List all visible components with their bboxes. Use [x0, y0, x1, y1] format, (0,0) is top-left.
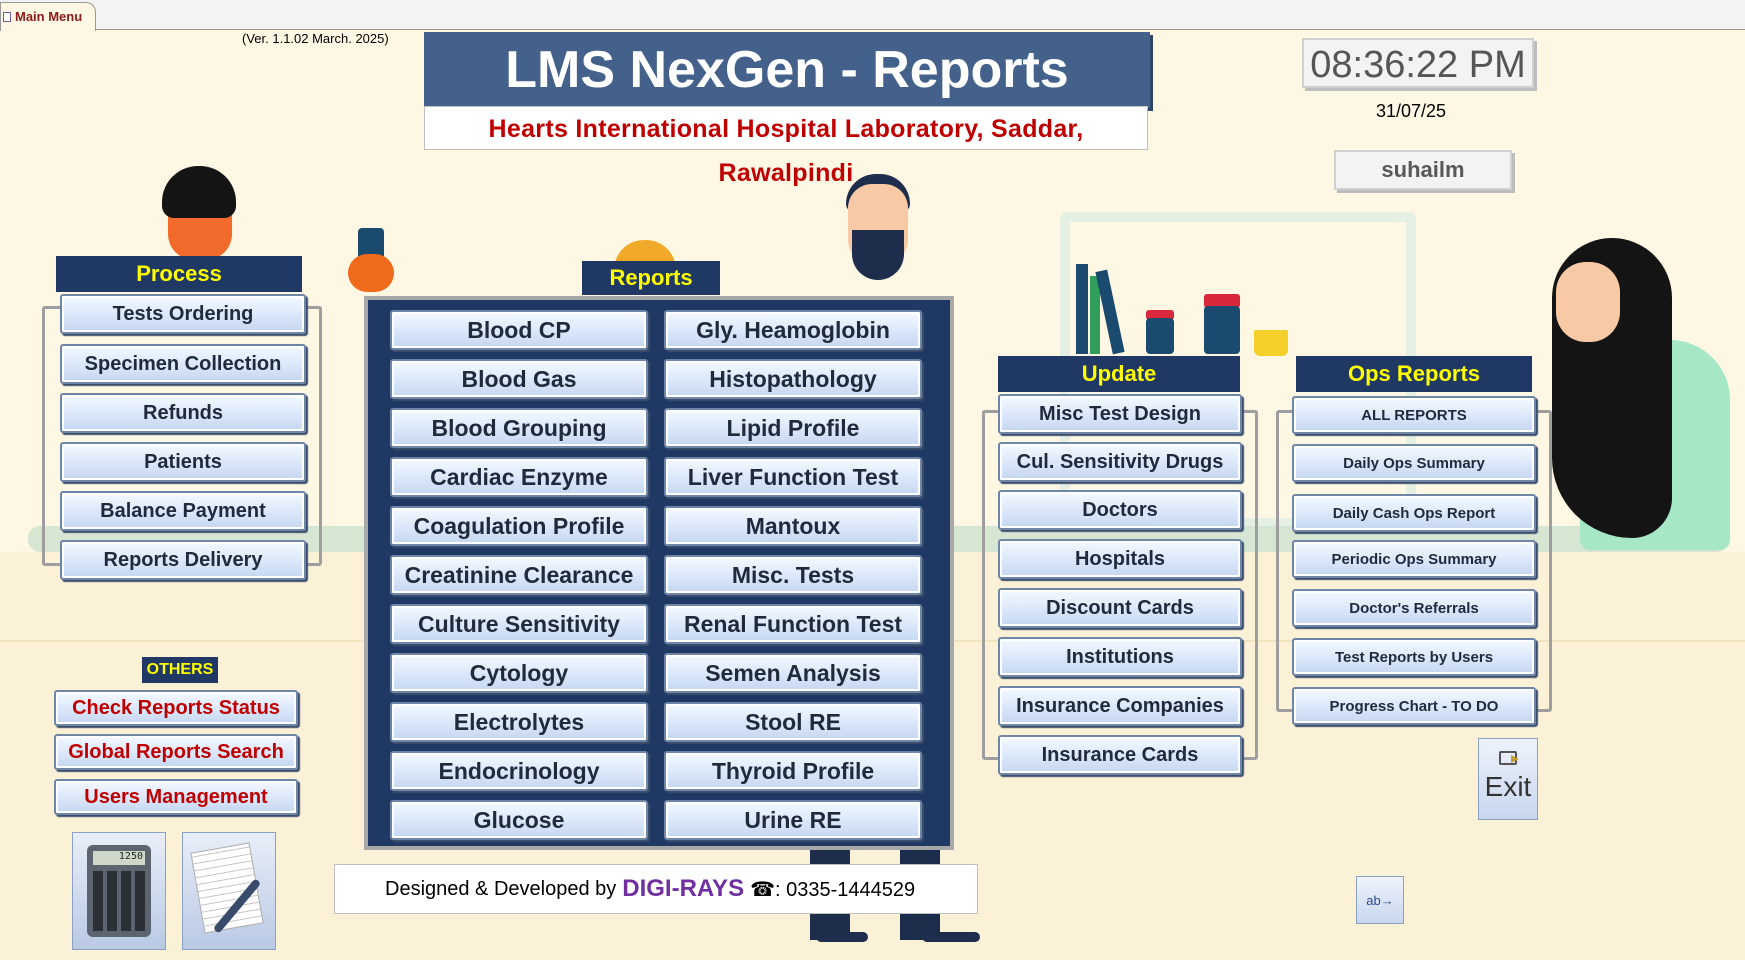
doctors-referrals-button[interactable]: Doctor's Referrals [1292, 589, 1536, 627]
exit-button[interactable]: Exit [1478, 738, 1538, 820]
daily-cash-ops-report-button[interactable]: Daily Cash Ops Report [1292, 494, 1536, 532]
all-reports-button[interactable]: ALL REPORTS [1292, 396, 1536, 434]
renal-function-test-button[interactable]: Renal Function Test [664, 604, 922, 644]
version-label: (Ver. 1.1.02 March. 2025) [242, 31, 389, 46]
cul-sensitivity-drugs-button[interactable]: Cul. Sensitivity Drugs [998, 442, 1242, 482]
global-reports-search-button[interactable]: Global Reports Search [54, 734, 298, 770]
endocrinology-button[interactable]: Endocrinology [390, 751, 648, 791]
bottle-illustration [1076, 264, 1088, 354]
clock-display: 08:36:22 PM [1302, 38, 1534, 88]
refunds-button[interactable]: Refunds [60, 393, 306, 433]
find-replace-icon: ab→ [1366, 893, 1394, 908]
exit-label: Exit [1484, 771, 1532, 802]
current-user: suhailm [1334, 150, 1512, 190]
date-display: 31/07/25 [1376, 101, 1447, 121]
stool-re-button[interactable]: Stool RE [664, 702, 922, 742]
hospitals-button[interactable]: Hospitals [998, 539, 1242, 579]
lab-worker-illustration [1556, 262, 1620, 342]
lab-worker-beard-illustration [852, 230, 904, 280]
tests-ordering-button[interactable]: Tests Ordering [60, 294, 306, 334]
tab-main-menu[interactable]: Main Menu [0, 2, 96, 31]
exit-door-icon [1499, 751, 1519, 765]
tab-main-menu-label: Main Menu [15, 9, 83, 24]
calculator-icon: 1250 [87, 845, 151, 937]
lab-worker-shoe-illustration [816, 932, 868, 942]
institutions-button[interactable]: Institutions [998, 637, 1242, 677]
lipid-profile-button[interactable]: Lipid Profile [664, 408, 922, 448]
lab-worker-hair-illustration [162, 166, 236, 218]
calculator-keys-icon [93, 871, 145, 931]
daily-ops-summary-button[interactable]: Daily Ops Summary [1292, 444, 1536, 482]
glucose-button[interactable]: Glucose [390, 800, 648, 840]
balance-payment-button[interactable]: Balance Payment [60, 491, 306, 531]
process-header: Process [56, 256, 302, 292]
test-reports-by-users-button[interactable]: Test Reports by Users [1292, 638, 1536, 676]
urine-re-button[interactable]: Urine RE [664, 800, 922, 840]
developer-brand: DIGI-RAYS [622, 875, 745, 902]
developer-phone: ☎: 0335-1444529 [750, 878, 916, 901]
blood-gas-button[interactable]: Blood Gas [390, 359, 648, 399]
reports-header: Reports [582, 261, 720, 295]
blood-cp-button[interactable]: Blood CP [390, 310, 648, 350]
reports-delivery-button[interactable]: Reports Delivery [60, 540, 306, 580]
insurance-companies-button[interactable]: Insurance Companies [998, 686, 1242, 726]
jar-illustration [1204, 306, 1240, 354]
flask-illustration [1254, 330, 1288, 356]
check-reports-status-button[interactable]: Check Reports Status [54, 690, 298, 726]
doctors-button[interactable]: Doctors [998, 490, 1242, 530]
blood-grouping-button[interactable]: Blood Grouping [390, 408, 648, 448]
form-icon [3, 12, 11, 22]
discount-cards-button[interactable]: Discount Cards [998, 588, 1242, 628]
misc-tests-button[interactable]: Misc. Tests [664, 555, 922, 595]
liver-function-test-button[interactable]: Liver Function Test [664, 457, 922, 497]
others-header: OTHERS [142, 657, 218, 683]
page-title: LMS NexGen - Reports [424, 32, 1150, 108]
lab-name-subtitle: Hearts International Hospital Laboratory… [424, 106, 1148, 187]
gly-heamoglobin-button[interactable]: Gly. Heamoglobin [664, 310, 922, 350]
mantoux-button[interactable]: Mantoux [664, 506, 922, 546]
calculator-display: 1250 [93, 851, 145, 865]
cardiac-enzyme-button[interactable]: Cardiac Enzyme [390, 457, 648, 497]
update-header: Update [998, 356, 1240, 392]
electrolytes-button[interactable]: Electrolytes [390, 702, 648, 742]
ops-reports-header: Ops Reports [1296, 356, 1532, 392]
creatinine-clearance-button[interactable]: Creatinine Clearance [390, 555, 648, 595]
developer-credit: Designed & Developed by DIGI-RAYS ☎: 033… [334, 864, 978, 914]
notepad-button[interactable] [182, 832, 276, 950]
insurance-cards-button[interactable]: Insurance Cards [998, 735, 1242, 775]
lab-worker-shoe-illustration [922, 932, 980, 942]
flask-illustration [348, 254, 394, 292]
users-management-button[interactable]: Users Management [54, 779, 298, 815]
tab-strip: Main Menu [0, 0, 1745, 31]
jar-illustration [1146, 318, 1174, 354]
periodic-ops-summary-button[interactable]: Periodic Ops Summary [1292, 540, 1536, 578]
specimen-collection-button[interactable]: Specimen Collection [60, 344, 306, 384]
credit-prefix: Designed & Developed by [385, 877, 617, 900]
cytology-button[interactable]: Cytology [390, 653, 648, 693]
coagulation-profile-button[interactable]: Coagulation Profile [390, 506, 648, 546]
patients-button[interactable]: Patients [60, 442, 306, 482]
calculator-button[interactable]: 1250 [72, 832, 166, 950]
find-replace-button[interactable]: ab→ [1356, 876, 1404, 924]
progress-chart-button[interactable]: Progress Chart - TO DO [1292, 687, 1536, 725]
thyroid-profile-button[interactable]: Thyroid Profile [664, 751, 922, 791]
misc-test-design-button[interactable]: Misc Test Design [998, 394, 1242, 434]
histopathology-button[interactable]: Histopathology [664, 359, 922, 399]
culture-sensitivity-button[interactable]: Culture Sensitivity [390, 604, 648, 644]
semen-analysis-button[interactable]: Semen Analysis [664, 653, 922, 693]
